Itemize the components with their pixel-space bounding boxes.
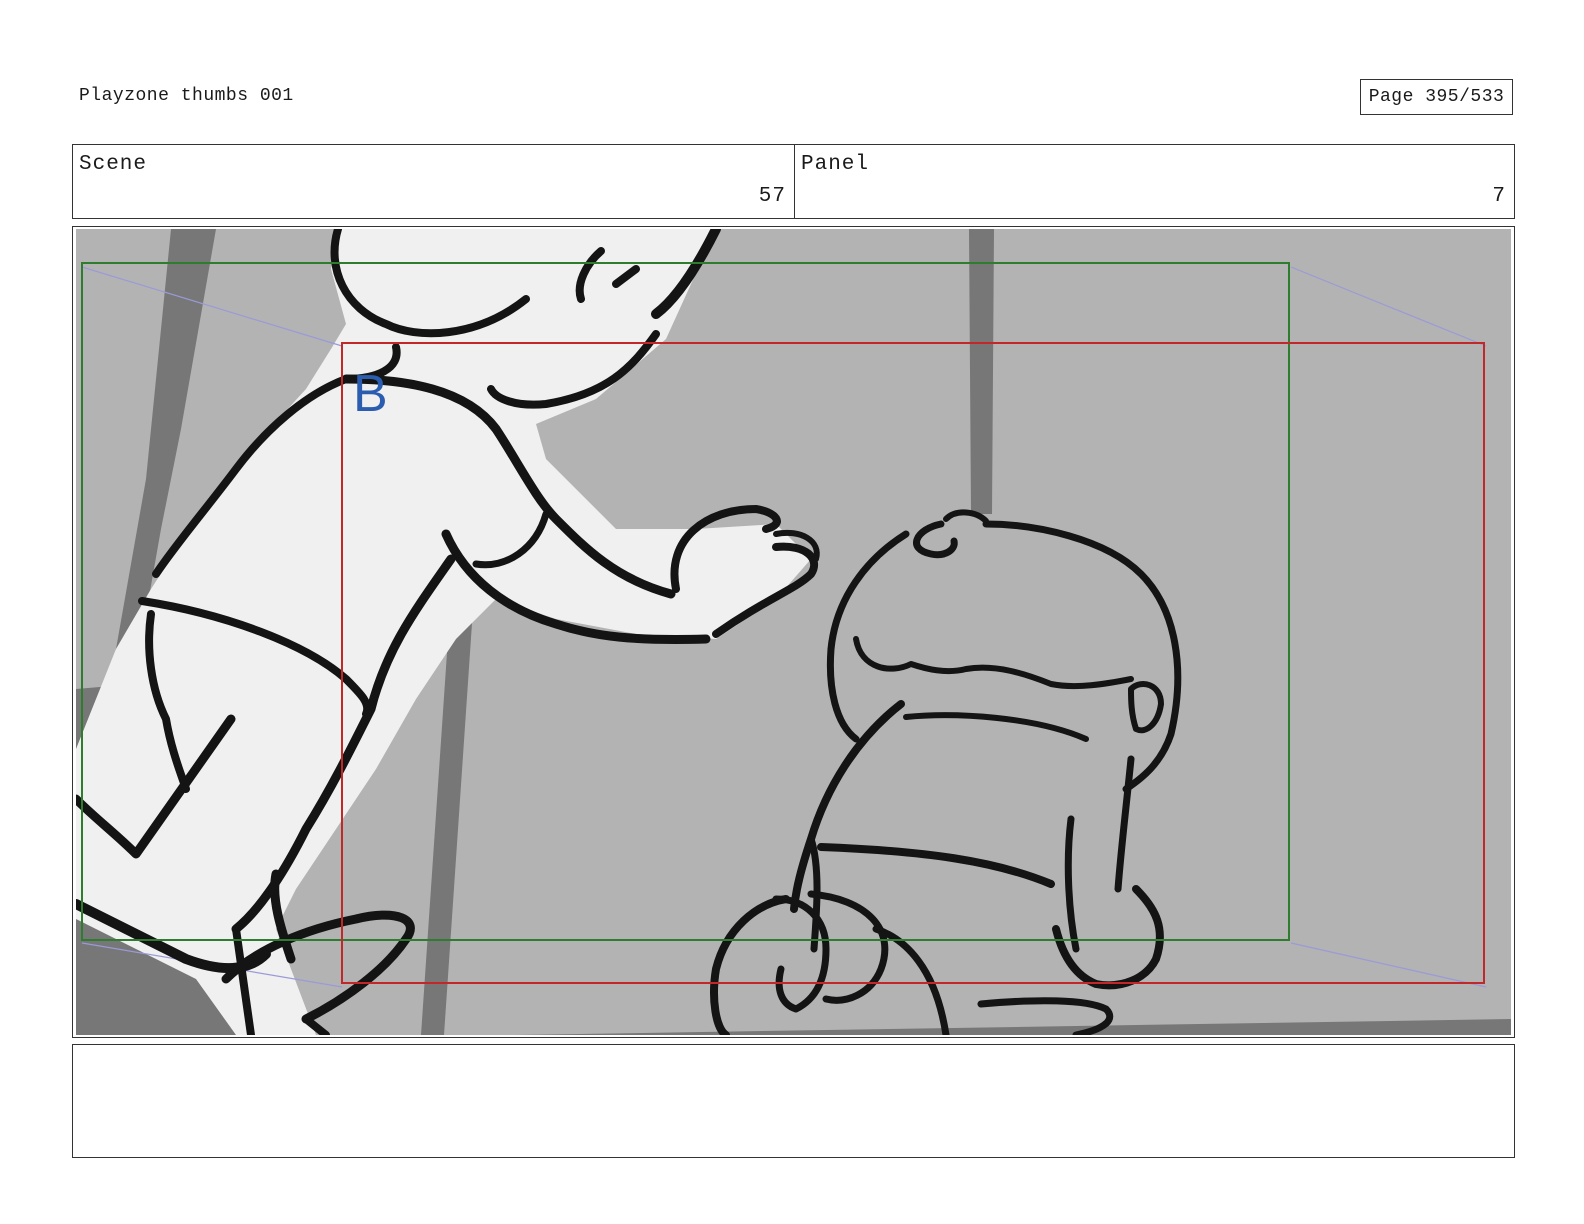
storyboard-artwork: B — [76, 229, 1511, 1035]
sketch-canvas: B — [76, 229, 1511, 1035]
scene-number: 57 — [758, 185, 786, 208]
scene-label: Scene — [79, 153, 148, 176]
document-title: Playzone thumbs 001 — [79, 86, 294, 106]
scene-cell: Scene 57 — [73, 145, 795, 218]
right-pole — [969, 229, 994, 514]
page-counter: Page 395/533 — [1360, 79, 1513, 115]
panel-label: Panel — [801, 153, 870, 176]
notes-box[interactable] — [72, 1044, 1515, 1158]
scene-panel-info-row: Scene 57 Panel 7 — [72, 144, 1515, 219]
panel-number: 7 — [1492, 185, 1506, 208]
panel-cell: Panel 7 — [795, 145, 1514, 218]
frame-marker-letter: B — [353, 365, 388, 423]
